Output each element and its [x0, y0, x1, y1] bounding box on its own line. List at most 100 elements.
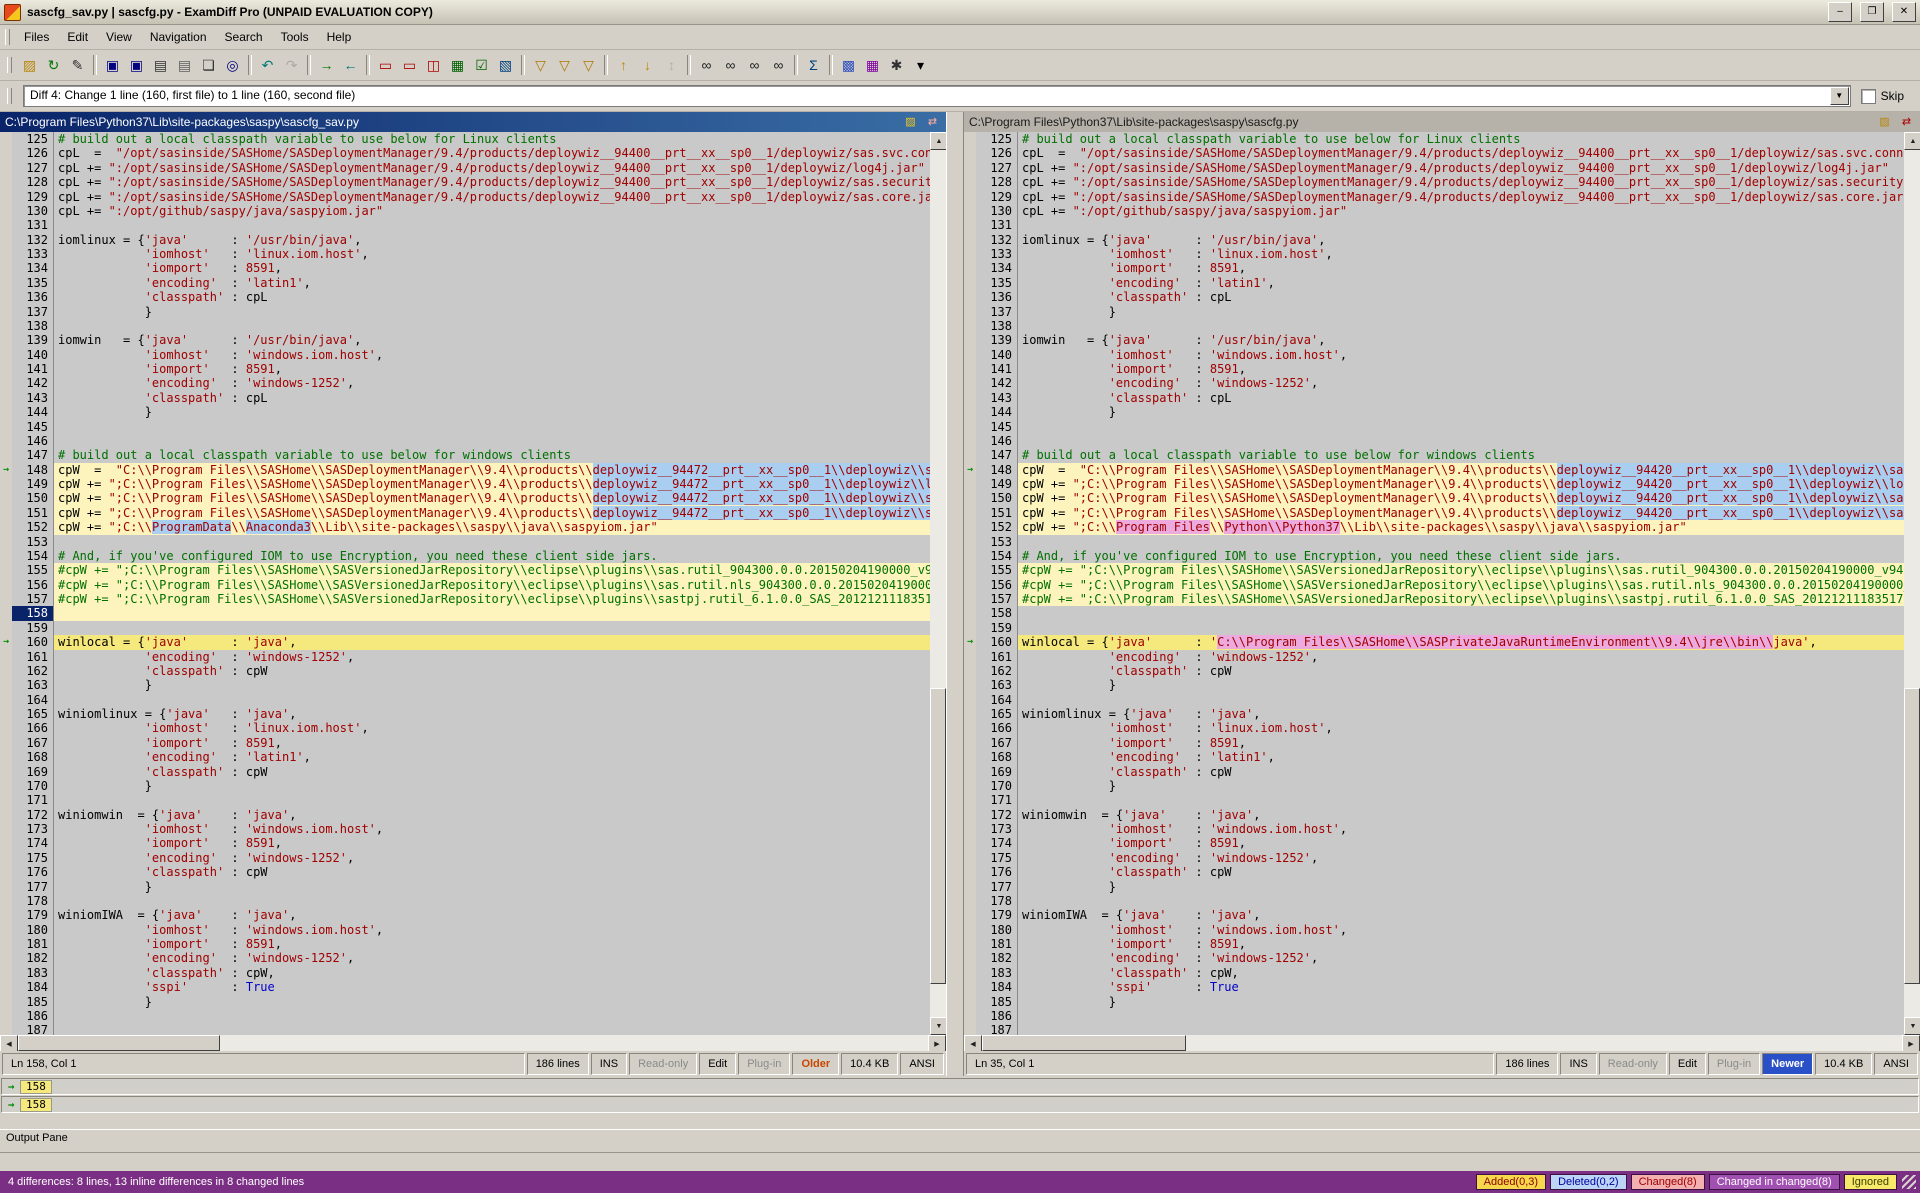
code-line[interactable]: 153 — [0, 535, 930, 549]
print-icon[interactable]: ▤ — [149, 54, 172, 77]
code-line[interactable]: 141 'iomport' : 8591, — [0, 362, 930, 376]
find-in-files-icon[interactable]: ∞ — [767, 54, 790, 77]
code-line[interactable]: 166 'iomhost' : 'linux.iom.host', — [964, 721, 1904, 735]
code-line[interactable]: 135 'encoding' : 'latin1', — [964, 276, 1904, 290]
code-line[interactable]: 137 } — [0, 305, 930, 319]
code-line[interactable]: 130cpL += ":/opt/github/saspy/java/saspy… — [0, 204, 930, 218]
vertical-scroll-track[interactable] — [1904, 150, 1920, 1017]
code-line[interactable]: 137 } — [964, 305, 1904, 319]
menu-edit[interactable]: Edit — [58, 27, 97, 47]
menu-help[interactable]: Help — [318, 27, 361, 47]
chevron-down-icon[interactable]: ▼ — [1830, 87, 1849, 105]
code-line[interactable]: 165winiomlinux = {'java' : 'java', — [0, 707, 930, 721]
vertical-scroll-thumb[interactable] — [930, 688, 946, 985]
code-line[interactable]: 136 'classpath' : cpL — [0, 290, 930, 304]
code-line[interactable]: 157#cpW += ";C:\\Program Files\\SASHome\… — [0, 592, 930, 606]
code-line[interactable]: 173 'iomhost' : 'windows.iom.host', — [964, 822, 1904, 836]
code-line[interactable]: 134 'iomport' : 8591, — [964, 261, 1904, 275]
code-line[interactable]: 179winiomIWA = {'java' : 'java', — [0, 908, 930, 922]
menubar-grip[interactable] — [5, 29, 10, 45]
code-line[interactable]: 176 'classpath' : cpW — [0, 865, 930, 879]
undo-icon[interactable]: ↶ — [256, 54, 279, 77]
vertical-scroll-thumb[interactable] — [1904, 688, 1920, 985]
code-line[interactable]: 144 } — [0, 405, 930, 419]
code-line[interactable]: 175 'encoding' : 'windows-1252', — [964, 851, 1904, 865]
code-line[interactable]: 144 } — [964, 405, 1904, 419]
copy-icon[interactable]: ❏ — [197, 54, 220, 77]
code-line[interactable]: 133 'iomhost' : 'linux.iom.host', — [0, 247, 930, 261]
swap-files-icon[interactable]: ⇄ — [1898, 115, 1915, 130]
go-next-diff-icon[interactable]: ↓ — [636, 54, 659, 77]
code-line[interactable]: 168 'encoding' : 'latin1', — [964, 750, 1904, 764]
minimize-button[interactable]: – — [1828, 2, 1852, 22]
go-prev-diff-icon[interactable]: ↑ — [612, 54, 635, 77]
code-line[interactable]: 145 — [964, 420, 1904, 434]
code-line[interactable]: 145 — [0, 420, 930, 434]
code-line[interactable]: 132iomlinux = {'java' : '/usr/bin/java', — [0, 233, 930, 247]
code-line[interactable]: 159 — [964, 621, 1904, 635]
code-line[interactable]: 128cpL += ":/opt/sasinside/SASHome/SASDe… — [0, 175, 930, 189]
line-inspector-row[interactable]: →158 — [1, 1078, 1919, 1095]
code-line[interactable]: 143 'classpath' : cpL — [964, 391, 1904, 405]
code-line[interactable]: 130cpL += ":/opt/github/saspy/java/saspy… — [964, 204, 1904, 218]
save-second-file-icon[interactable]: ▣ — [125, 54, 148, 77]
code-line[interactable]: 132iomlinux = {'java' : '/usr/bin/java', — [964, 233, 1904, 247]
code-line[interactable]: 138 — [0, 319, 930, 333]
code-line[interactable]: 176 'classpath' : cpW — [964, 865, 1904, 879]
horizontal-scroll-thumb[interactable] — [18, 1035, 220, 1051]
show-first-pane-icon[interactable]: ▭ — [374, 54, 397, 77]
file-path-bar-second[interactable]: C:\Program Files\Python37\Lib\site-packa… — [964, 112, 1920, 132]
filter-added-icon[interactable]: ▽ — [529, 54, 552, 77]
code-line[interactable]: 161 'encoding' : 'windows-1252', — [964, 650, 1904, 664]
code-line[interactable]: 134 'iomport' : 8591, — [0, 261, 930, 275]
code-line[interactable]: 162 'classpath' : cpW — [964, 664, 1904, 678]
code-line[interactable]: 141 'iomport' : 8591, — [964, 362, 1904, 376]
code-line[interactable]: 177 } — [964, 880, 1904, 894]
code-line[interactable]: 127cpL += ":/opt/sasinside/SASHome/SASDe… — [0, 161, 930, 175]
code-line[interactable]: 169 'classpath' : cpW — [0, 765, 930, 779]
code-line[interactable]: 186 — [964, 1009, 1904, 1023]
code-line[interactable]: 163 } — [964, 678, 1904, 692]
save-first-file-icon[interactable]: ▣ — [101, 54, 124, 77]
code-line[interactable]: 133 'iomhost' : 'linux.iom.host', — [964, 247, 1904, 261]
code-line[interactable]: 178 — [964, 894, 1904, 908]
code-line[interactable]: 147# build out a local classpath variabl… — [964, 448, 1904, 462]
code-line[interactable]: 136 'classpath' : cpL — [964, 290, 1904, 304]
vertical-scroll-track[interactable] — [930, 150, 946, 1017]
code-line[interactable]: 127cpL += ":/opt/sasinside/SASHome/SASDe… — [964, 161, 1904, 175]
code-line[interactable]: 182 'encoding' : 'windows-1252', — [0, 951, 930, 965]
horizontal-scroll-thumb[interactable] — [982, 1035, 1186, 1051]
code-line[interactable]: 173 'iomhost' : 'windows.iom.host', — [0, 822, 930, 836]
code-line[interactable]: 126cpL = "/opt/sasinside/SASHome/SASDepl… — [964, 146, 1904, 160]
pane-splitter[interactable] — [946, 112, 964, 1076]
show-second-pane-icon[interactable]: ▭ — [398, 54, 421, 77]
scroll-up-icon[interactable]: ▲ — [1904, 132, 1920, 150]
code-line[interactable]: 180 'iomhost' : 'windows.iom.host', — [964, 923, 1904, 937]
code-line[interactable]: 184 'sspi' : True — [964, 980, 1904, 994]
toggle-checkboxes-icon[interactable]: ☑ — [470, 54, 493, 77]
code-line[interactable]: 146 — [964, 434, 1904, 448]
code-line[interactable]: 158 — [964, 606, 1904, 620]
code-line[interactable]: 157#cpW += ";C:\\Program Files\\SASHome\… — [964, 592, 1904, 606]
code-line[interactable]: 163 } — [0, 678, 930, 692]
diff-filter-badge[interactable]: Changed(8) — [1631, 1174, 1705, 1190]
filter-changed-icon[interactable]: ▽ — [577, 54, 600, 77]
code-line[interactable]: 129cpL += ":/opt/sasinside/SASHome/SASDe… — [0, 190, 930, 204]
code-line[interactable]: 174 'iomport' : 8591, — [0, 836, 930, 850]
scroll-down-icon[interactable]: ▼ — [930, 1017, 946, 1035]
diff-filter-badge[interactable]: Added(0,3) — [1476, 1174, 1546, 1190]
line-inspector-row[interactable]: →158 — [1, 1096, 1919, 1113]
toolbar-grip[interactable] — [7, 57, 12, 73]
code-line[interactable]: 187 — [0, 1023, 930, 1035]
diffbar-grip[interactable] — [7, 88, 12, 104]
code-line[interactable]: 143 'classpath' : cpL — [0, 391, 930, 405]
menu-search[interactable]: Search — [216, 27, 272, 47]
code-line[interactable]: 167 'iomport' : 8591, — [964, 736, 1904, 750]
code-line[interactable]: 139iomwin = {'java' : '/usr/bin/java', — [0, 333, 930, 347]
code-line[interactable]: 149cpW += ";C:\\Program Files\\SASHome\\… — [964, 477, 1904, 491]
code-line[interactable]: 154# And, if you've configured IOM to us… — [0, 549, 930, 563]
open-files-icon[interactable]: ▨ — [18, 54, 41, 77]
code-area-second[interactable]: 125# build out a local classpath variabl… — [964, 132, 1904, 1035]
code-line[interactable]: 164 — [0, 693, 930, 707]
search-icon[interactable]: ◎ — [221, 54, 244, 77]
